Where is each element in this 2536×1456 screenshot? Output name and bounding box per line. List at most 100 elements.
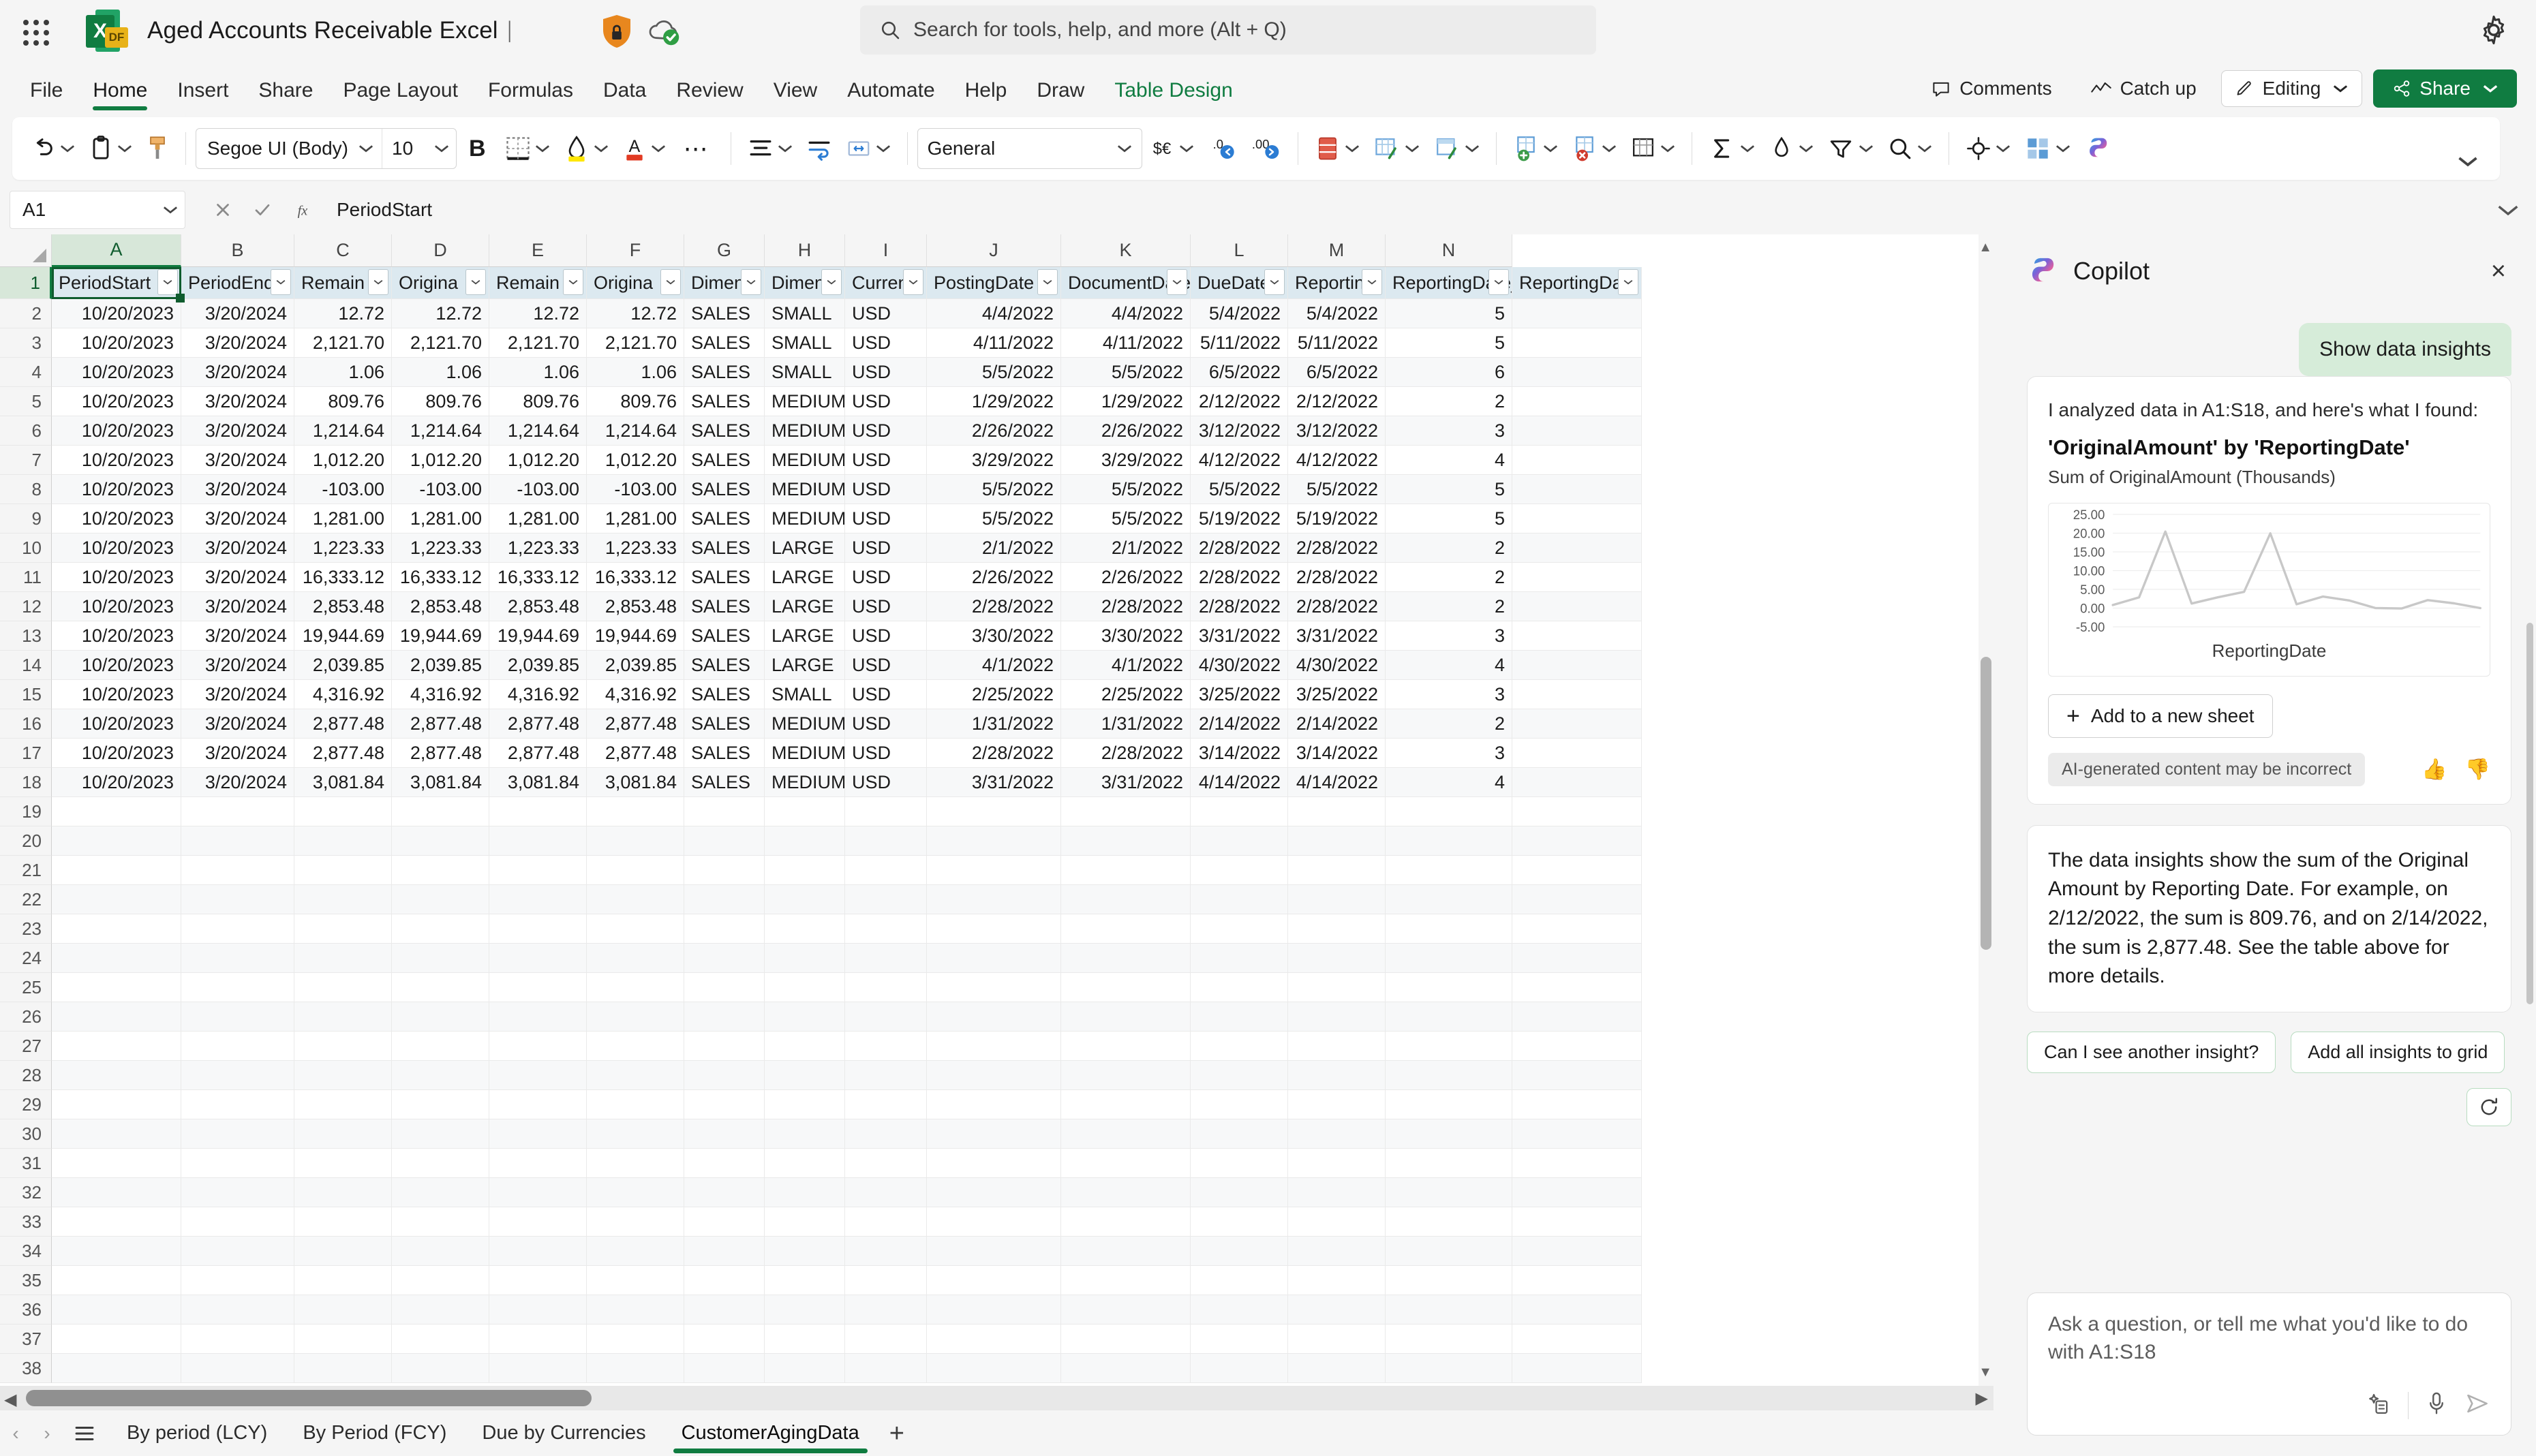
grid-cell[interactable]: 2,877.48 — [392, 709, 489, 739]
grid-cell[interactable] — [52, 1266, 181, 1295]
sensitivity-button[interactable] — [1959, 127, 2017, 170]
grid-cell[interactable]: 1,012.20 — [489, 446, 587, 475]
grid-cell[interactable]: 1.06 — [489, 358, 587, 387]
grid-cell[interactable] — [1288, 1178, 1386, 1207]
grid-cell[interactable] — [587, 856, 684, 885]
clear-button[interactable] — [1762, 127, 1820, 170]
grid-cell[interactable] — [684, 797, 765, 826]
grid-cell[interactable]: 2,121.70 — [392, 328, 489, 358]
grid-cell[interactable]: 12.72 — [587, 299, 684, 328]
borders-button[interactable] — [498, 127, 557, 170]
grid-cell[interactable]: SALES — [684, 299, 765, 328]
grid-cell[interactable] — [1386, 1207, 1512, 1237]
grid-cell[interactable]: SMALL — [765, 328, 845, 358]
grid-cell[interactable] — [392, 1178, 489, 1207]
grid-cell[interactable]: 2 — [1386, 387, 1512, 416]
grid-cell[interactable]: -103.00 — [392, 475, 489, 504]
thumbs-down-icon[interactable]: 👎 — [2465, 758, 2490, 781]
grid-cell[interactable] — [765, 914, 845, 944]
grid-cell[interactable] — [489, 1090, 587, 1119]
sheet-tab-by-period-fcy[interactable]: By Period (FCY) — [285, 1410, 464, 1456]
grid-cell[interactable]: 10/20/2023 — [52, 621, 181, 651]
grid-cell[interactable] — [1061, 973, 1191, 1002]
grid-cell[interactable] — [1288, 797, 1386, 826]
grid-cell[interactable] — [1288, 1354, 1386, 1383]
grid-cell[interactable] — [1386, 914, 1512, 944]
grid-cell[interactable] — [1061, 885, 1191, 914]
grid-cell[interactable] — [587, 1178, 684, 1207]
row-header-26[interactable]: 26 — [0, 1002, 52, 1032]
bold-button[interactable]: B — [457, 127, 498, 170]
thumbs-up-icon[interactable]: 👍 — [2422, 758, 2447, 781]
grid-cell[interactable] — [845, 973, 927, 1002]
grid-cell[interactable] — [294, 826, 392, 856]
column-header-C[interactable]: C — [294, 234, 392, 267]
grid-cell[interactable] — [587, 944, 684, 973]
grid-cell[interactable] — [1386, 1149, 1512, 1178]
grid-cell[interactable] — [1288, 1061, 1386, 1090]
grid-cell[interactable] — [52, 1032, 181, 1061]
grid-cell[interactable]: 3/31/2022 — [927, 768, 1061, 797]
grid-cell[interactable] — [1061, 914, 1191, 944]
grid-cell[interactable] — [927, 1207, 1061, 1237]
grid-cell[interactable] — [181, 1295, 294, 1325]
grid-cell[interactable]: 2 — [1386, 592, 1512, 621]
all-sheets-icon[interactable] — [72, 1422, 97, 1445]
grid-cell[interactable] — [52, 885, 181, 914]
grid-cell[interactable] — [52, 1354, 181, 1383]
grid-cell[interactable] — [1386, 826, 1512, 856]
grid-cell[interactable] — [294, 1002, 392, 1032]
grid-cell[interactable] — [294, 1119, 392, 1149]
currency-format-button[interactable]: $€ — [1142, 127, 1201, 170]
grid-cell[interactable]: SALES — [684, 328, 765, 358]
grid-cell[interactable] — [927, 1237, 1061, 1266]
confirm-icon[interactable] — [252, 200, 273, 220]
grid-cell[interactable] — [294, 914, 392, 944]
ribbon-tab-insert[interactable]: Insert — [162, 79, 243, 114]
grid-cell[interactable]: 10/20/2023 — [52, 328, 181, 358]
grid-cell[interactable]: SALES — [684, 680, 765, 709]
grid-cell[interactable] — [587, 1002, 684, 1032]
add-ins-button[interactable] — [2017, 127, 2077, 170]
add-sheet-button[interactable]: + — [889, 1421, 904, 1446]
grid-cell[interactable] — [392, 1325, 489, 1354]
grid-cell[interactable]: 2,877.48 — [294, 709, 392, 739]
grid-cell[interactable] — [927, 1149, 1061, 1178]
grid-cell[interactable] — [1061, 797, 1191, 826]
grid-cell[interactable]: 10/20/2023 — [52, 709, 181, 739]
row-header-33[interactable]: 33 — [0, 1207, 52, 1237]
grid-cell[interactable]: USD — [845, 475, 927, 504]
paste-button[interactable] — [82, 127, 139, 170]
grid-cell[interactable] — [1512, 944, 1642, 973]
grid-cell[interactable]: 16,333.12 — [489, 563, 587, 592]
row-header-19[interactable]: 19 — [0, 797, 52, 826]
grid-cell[interactable] — [845, 1149, 927, 1178]
grid-cell[interactable] — [1061, 1090, 1191, 1119]
grid-cell[interactable]: 3,081.84 — [587, 768, 684, 797]
grid-cell[interactable] — [1512, 914, 1642, 944]
grid-cell[interactable]: 1,223.33 — [294, 533, 392, 563]
grid-cell[interactable]: SALES — [684, 563, 765, 592]
grid-cell[interactable] — [52, 973, 181, 1002]
grid-cell[interactable] — [1191, 1149, 1288, 1178]
grid-cell[interactable] — [1512, 621, 1642, 651]
grid-cell[interactable]: 809.76 — [489, 387, 587, 416]
grid-cell[interactable]: 1,281.00 — [294, 504, 392, 533]
grid-cell[interactable] — [1288, 1149, 1386, 1178]
grid-cell[interactable]: 4/1/2022 — [927, 651, 1061, 680]
grid-cell[interactable]: 5/5/2022 — [1061, 358, 1191, 387]
grid-cell[interactable] — [52, 1325, 181, 1354]
grid-cell[interactable]: MEDIUM — [765, 739, 845, 768]
find-and-select-button[interactable] — [1880, 127, 1939, 170]
row-header-15[interactable]: 15 — [0, 680, 52, 709]
column-header-G[interactable]: G — [684, 234, 765, 267]
grid-cell[interactable] — [1061, 944, 1191, 973]
grid-cell[interactable] — [1191, 1295, 1288, 1325]
grid-cell[interactable] — [181, 1002, 294, 1032]
grid-cell[interactable] — [1512, 1266, 1642, 1295]
grid-cell[interactable] — [294, 1237, 392, 1266]
grid-cell[interactable]: 5 — [1386, 299, 1512, 328]
grid-cell[interactable]: USD — [845, 358, 927, 387]
grid-cell[interactable]: 2,121.70 — [587, 328, 684, 358]
grid-cell[interactable]: 3/12/2022 — [1191, 416, 1288, 446]
